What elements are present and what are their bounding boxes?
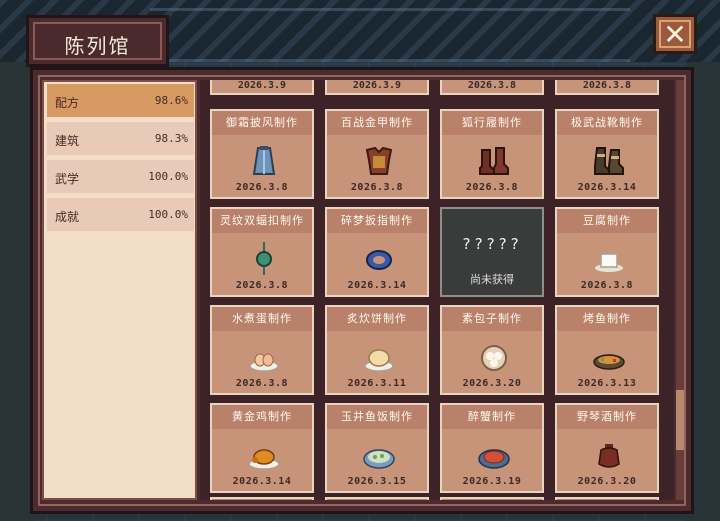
sidebar-item-percent: 100.0% bbox=[148, 170, 188, 183]
sidebar-item-percent: 98.6% bbox=[154, 94, 188, 107]
partial-card[interactable] bbox=[440, 497, 544, 500]
title-tab: 陈列馆 bbox=[26, 15, 169, 67]
collection-card[interactable]: 极武战靴制作 2026.3.14 bbox=[555, 109, 659, 199]
close-button[interactable]: ✕ bbox=[653, 14, 697, 54]
partial-card[interactable]: 2026.3.8 bbox=[440, 80, 544, 95]
boots-icon bbox=[479, 147, 509, 175]
collection-card[interactable]: 水煮蛋制作 2026.3.8 bbox=[210, 305, 314, 395]
card-date: 2026.3.9 bbox=[352, 80, 402, 91]
bun-icon bbox=[481, 345, 507, 371]
collection-card[interactable]: 素包子制作 2026.3.20 bbox=[440, 305, 544, 395]
collection-card[interactable]: 烤鱼制作 2026.3.13 bbox=[555, 305, 659, 395]
sidebar-item-achievements[interactable]: 成就 100.0% bbox=[47, 198, 194, 231]
partial-card[interactable]: 2026.3.9 bbox=[210, 80, 314, 95]
sidebar-item-percent: 100.0% bbox=[148, 208, 188, 221]
background-left-wall bbox=[0, 62, 34, 521]
card-title: 黄金鸡制作 bbox=[212, 405, 312, 429]
card-title: 醉蟹制作 bbox=[442, 405, 542, 429]
partial-card[interactable]: 2026.3.8 bbox=[555, 80, 659, 95]
ring-icon bbox=[366, 250, 392, 270]
tofu-icon bbox=[595, 253, 623, 272]
collection-card[interactable]: 炙炊饼制作 2026.3.11 bbox=[325, 305, 429, 395]
card-title: 狐行履制作 bbox=[442, 111, 542, 135]
card-date: 2026.3.8 bbox=[235, 378, 289, 389]
card-title: 御霜披风制作 bbox=[212, 111, 312, 135]
collection-card[interactable]: 黄金鸡制作 2026.3.14 bbox=[210, 403, 314, 493]
card-title: 玉井鱼饭制作 bbox=[327, 405, 427, 429]
drunken-crab-icon bbox=[478, 449, 510, 469]
card-title: 百战金甲制作 bbox=[327, 111, 427, 135]
card-date: 2026.3.14 bbox=[347, 280, 407, 291]
jade-pendant-icon bbox=[256, 242, 272, 275]
collection-card[interactable]: 狐行履制作 2026.3.8 bbox=[440, 109, 544, 199]
background-decoration bbox=[150, 8, 630, 62]
card-title: 碎梦扳指制作 bbox=[327, 209, 427, 233]
card-date: 2026.3.9 bbox=[237, 80, 287, 91]
close-icon: ✕ bbox=[663, 18, 687, 51]
sidebar-item-percent: 98.3% bbox=[154, 132, 188, 145]
armor-icon bbox=[365, 146, 393, 175]
locked-placeholder: ????? bbox=[461, 235, 523, 253]
card-date: 2026.3.8 bbox=[580, 280, 634, 291]
flatbread-icon bbox=[364, 349, 394, 372]
war-boots-icon bbox=[594, 147, 624, 175]
collection-card[interactable]: 野琴酒制作 2026.3.20 bbox=[555, 403, 659, 493]
category-sidebar: 配方 98.6% 建筑 98.3% 武学 100.0% 成就 100.0% bbox=[42, 80, 197, 500]
grid-scrollbar[interactable] bbox=[676, 80, 684, 500]
collection-grid: 2026.3.9 2026.3.9 2026.3.8 2026.3.8 御霜披风… bbox=[200, 80, 674, 500]
card-date: 2026.3.8 bbox=[350, 182, 404, 193]
locked-label: 尚未获得 bbox=[470, 273, 514, 286]
card-date: 2026.3.20 bbox=[462, 378, 522, 389]
collection-card[interactable]: 灵纹双蝠扣制作 2026.3.8 bbox=[210, 207, 314, 297]
card-title: 极武战靴制作 bbox=[557, 111, 657, 135]
card-date: 2026.3.13 bbox=[577, 378, 637, 389]
collection-card[interactable]: 豆腐制作 2026.3.8 bbox=[555, 207, 659, 297]
partial-card[interactable] bbox=[325, 497, 429, 500]
card-date: 2026.3.15 bbox=[347, 476, 407, 487]
fish-rice-icon bbox=[363, 449, 395, 469]
collection-card[interactable]: 玉井鱼饭制作 2026.3.15 bbox=[325, 403, 429, 493]
collection-card[interactable]: 醉蟹制作 2026.3.19 bbox=[440, 403, 544, 493]
card-title: 水煮蛋制作 bbox=[212, 307, 312, 331]
sidebar-item-buildings[interactable]: 建筑 98.3% bbox=[47, 122, 194, 155]
sidebar-item-label: 成就 bbox=[55, 210, 80, 224]
wine-jar-icon bbox=[598, 444, 620, 468]
collection-card[interactable]: 御霜披风制作 2026.3.8 bbox=[210, 109, 314, 199]
card-date: 2026.3.20 bbox=[577, 476, 637, 487]
card-date: 2026.3.14 bbox=[232, 476, 292, 487]
scrollbar-thumb[interactable] bbox=[676, 390, 684, 450]
grilled-fish-icon bbox=[593, 354, 625, 370]
sidebar-item-label: 建筑 bbox=[55, 134, 80, 148]
partial-card[interactable]: 2026.3.9 bbox=[325, 80, 429, 95]
sidebar-item-label: 配方 bbox=[55, 96, 80, 110]
sidebar-item-martial-arts[interactable]: 武学 100.0% bbox=[47, 160, 194, 193]
card-date: 2026.3.8 bbox=[235, 280, 289, 291]
card-title: 灵纹双蝠扣制作 bbox=[212, 209, 312, 233]
locked-card[interactable]: ????? 尚未获得 bbox=[440, 207, 544, 297]
sidebar-item-label: 武学 bbox=[55, 172, 80, 186]
card-date: 2026.3.8 bbox=[467, 80, 517, 91]
card-date: 2026.3.11 bbox=[347, 378, 407, 389]
page-title: 陈列馆 bbox=[64, 34, 131, 58]
card-date: 2026.3.8 bbox=[582, 80, 632, 91]
partial-card[interactable] bbox=[210, 497, 314, 500]
card-title: 炙炊饼制作 bbox=[327, 307, 427, 331]
collection-card[interactable]: 碎梦扳指制作 2026.3.14 bbox=[325, 207, 429, 297]
card-title: 野琴酒制作 bbox=[557, 405, 657, 429]
card-date: 2026.3.8 bbox=[235, 182, 289, 193]
collection-card[interactable]: 百战金甲制作 2026.3.8 bbox=[325, 109, 429, 199]
cape-icon bbox=[252, 146, 276, 175]
card-title: 烤鱼制作 bbox=[557, 307, 657, 331]
golden-chicken-icon bbox=[248, 449, 280, 470]
boiled-egg-icon bbox=[249, 353, 279, 372]
card-date: 2026.3.19 bbox=[462, 476, 522, 487]
sidebar-item-recipes[interactable]: 配方 98.6% bbox=[47, 84, 194, 117]
card-date: 2026.3.14 bbox=[577, 182, 637, 193]
card-title: 豆腐制作 bbox=[557, 209, 657, 233]
card-date: 2026.3.8 bbox=[465, 182, 519, 193]
partial-card[interactable] bbox=[555, 497, 659, 500]
card-title: 素包子制作 bbox=[442, 307, 542, 331]
